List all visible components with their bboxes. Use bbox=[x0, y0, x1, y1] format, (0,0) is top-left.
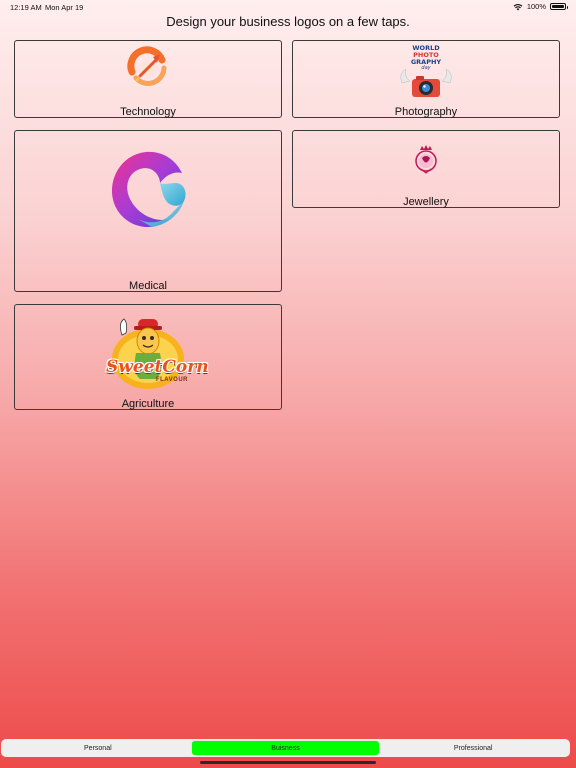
category-label-jewellery: Jewellery bbox=[403, 196, 449, 208]
world-photography-day-logo-icon: WORLD PHOTO GRAPHY day bbox=[396, 43, 456, 101]
status-date: Mon Apr 19 bbox=[45, 3, 84, 12]
status-time: 12:19 AM bbox=[10, 3, 42, 12]
photography-logo-word-4: day bbox=[421, 65, 431, 71]
category-card-photography[interactable]: WORLD PHOTO GRAPHY day Photography bbox=[292, 40, 560, 118]
home-indicator bbox=[200, 761, 376, 764]
status-bar: 12:19 AM Mon Apr 19 100% bbox=[0, 0, 576, 14]
battery-level bbox=[552, 5, 564, 8]
page-headline: Design your business logos on a few taps… bbox=[166, 14, 410, 29]
tab-personal[interactable]: Personal bbox=[4, 741, 192, 755]
battery-icon bbox=[550, 3, 568, 10]
jewellery-crest-logo-icon bbox=[415, 145, 437, 174]
category-label-technology: Technology bbox=[120, 106, 176, 118]
category-card-medical[interactable]: Medical bbox=[14, 130, 282, 292]
tab-business[interactable]: Buisness bbox=[191, 741, 380, 755]
category-card-agriculture[interactable]: SweetCorn FLAVOUR Agriculture bbox=[14, 304, 282, 410]
tab-professional[interactable]: Professional bbox=[379, 741, 567, 755]
category-label-medical: Medical bbox=[129, 280, 167, 292]
wifi-icon bbox=[513, 3, 523, 10]
category-tab-bar: Personal Buisness Professional bbox=[1, 739, 570, 757]
sweetcorn-logo-title: SweetCorn bbox=[106, 357, 209, 377]
photography-logo-text: WORLD PHOTO GRAPHY day bbox=[404, 45, 448, 71]
battery-percent: 100% bbox=[526, 2, 546, 11]
category-card-technology[interactable]: Technology bbox=[14, 40, 282, 118]
rocket-logo-icon bbox=[127, 46, 167, 86]
category-card-jewellery[interactable]: Jewellery bbox=[292, 130, 560, 208]
category-label-photography: Photography bbox=[394, 106, 458, 118]
category-label-agriculture: Agriculture bbox=[121, 398, 175, 410]
sweetcorn-logo-subtitle: FLAVOUR bbox=[155, 377, 188, 383]
status-right: 100% bbox=[513, 2, 568, 11]
heart-logo-icon bbox=[112, 151, 186, 227]
sweetcorn-mascot-logo-icon: SweetCorn FLAVOUR bbox=[106, 313, 209, 395]
